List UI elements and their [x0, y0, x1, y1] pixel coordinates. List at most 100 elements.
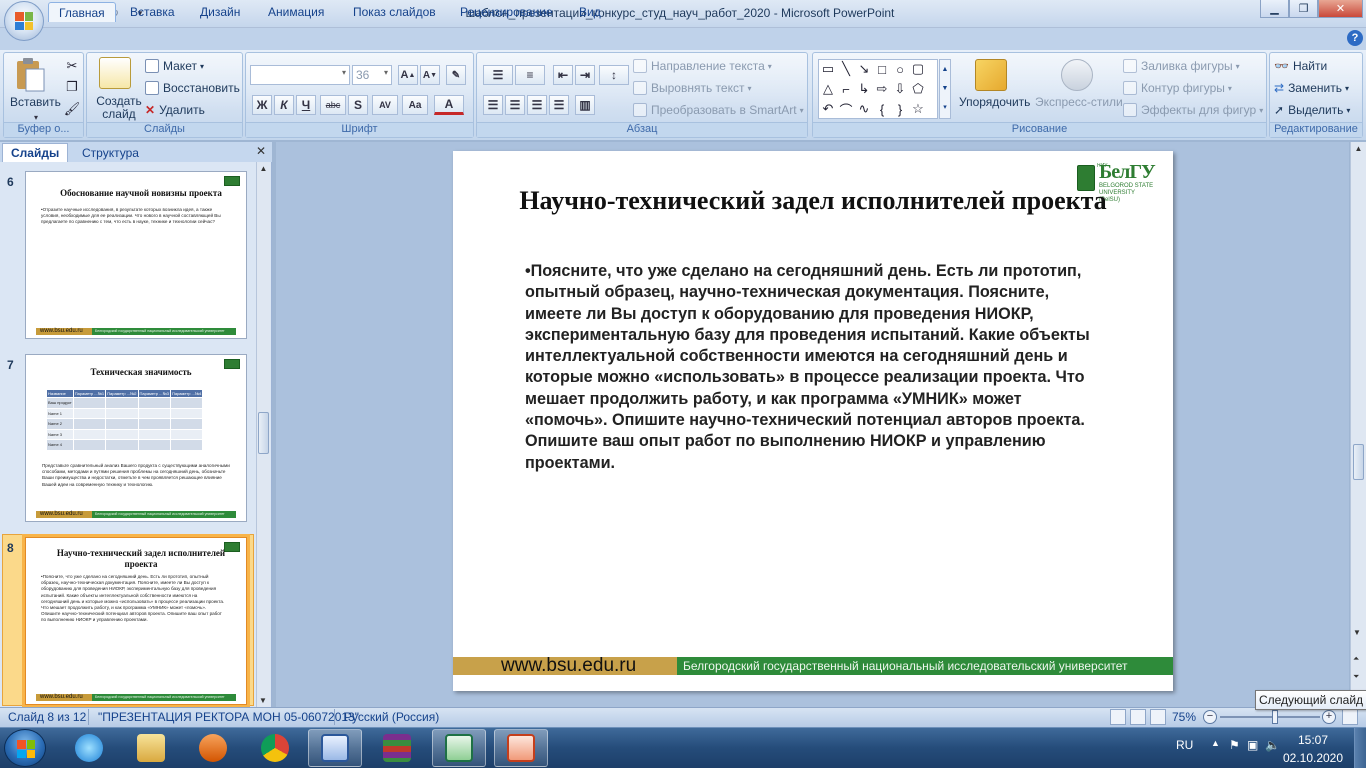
shape-flowchart-icon[interactable]: ⬠ [911, 81, 925, 96]
tab-review[interactable]: Рецензирование [450, 2, 563, 22]
italic-button[interactable]: К [274, 95, 294, 115]
shape-outline-button[interactable]: Контур фигуры ▾ [1123, 81, 1232, 95]
slides-pane-scrollbar[interactable]: ▲ ▼ [256, 162, 270, 707]
tab-insert[interactable]: Вставка [120, 2, 185, 22]
align-right-icon[interactable]: ☰ [527, 95, 547, 115]
slide-thumbnail[interactable]: Обоснование научной новизны проекта •Отр… [25, 171, 247, 339]
justify-icon[interactable]: ☰ [549, 95, 569, 115]
volume-icon[interactable]: 🔈 [1265, 738, 1280, 752]
action-center-icon[interactable]: ⚑ [1229, 738, 1240, 752]
taskbar-chrome[interactable] [248, 729, 302, 767]
tab-outline-pane[interactable]: Структура [74, 143, 147, 162]
shape-arrow-line-icon[interactable]: ↘ [857, 61, 871, 76]
shape-rectangle-icon[interactable]: □ [875, 62, 889, 77]
shape-effects-button[interactable]: Эффекты для фигур ▾ [1123, 103, 1263, 117]
taskbar-media-player[interactable] [186, 729, 240, 767]
scroll-thumb[interactable] [1353, 444, 1364, 480]
clock-date[interactable]: 02.10.2020 [1278, 751, 1348, 765]
shape-line-icon[interactable]: ╲ [839, 61, 853, 76]
paste-dropdown-icon[interactable]: ▾ [34, 113, 38, 122]
align-center-icon[interactable]: ☰ [505, 95, 525, 115]
shape-elbow-icon[interactable]: ⌐ [839, 82, 853, 97]
restore-button[interactable]: ❐ [1289, 0, 1318, 18]
columns-icon[interactable]: ▥ [575, 95, 595, 115]
clock-time[interactable]: 15:07 [1287, 733, 1339, 747]
tab-view[interactable]: Вид [569, 2, 611, 22]
cut-icon[interactable]: ✂ [65, 58, 79, 73]
shape-triangle-icon[interactable]: △ [821, 81, 835, 96]
find-button[interactable]: 👓 Найти [1274, 59, 1327, 73]
align-text-button[interactable]: Выровнять текст ▾ [633, 81, 752, 95]
scroll-thumb[interactable] [258, 412, 269, 454]
office-button[interactable] [4, 1, 44, 41]
underline-button[interactable]: Ч [296, 95, 316, 115]
shape-arc-icon[interactable]: ⌒ [839, 102, 853, 118]
scroll-down-icon[interactable]: ▼ [259, 696, 267, 705]
zoom-level[interactable]: 75% [1172, 710, 1196, 724]
pane-close-icon[interactable]: ✕ [256, 144, 266, 158]
zoom-out-icon[interactable]: − [1203, 710, 1217, 724]
slide-title[interactable]: Научно-технический задел исполнителей пр… [493, 185, 1133, 217]
arrange-button[interactable]: Упорядочить [959, 95, 1030, 109]
shape-down-arrow-icon[interactable]: ⇩ [893, 81, 907, 96]
slide-sorter-view-icon[interactable] [1130, 709, 1146, 725]
copy-icon[interactable]: ❐ [65, 79, 79, 94]
bullets-icon[interactable]: ☰ [483, 65, 513, 85]
taskbar-internet-explorer[interactable] [62, 729, 116, 767]
scroll-down-icon[interactable]: ▼ [1353, 628, 1361, 637]
previous-slide-icon[interactable]: ⏶ [1353, 654, 1359, 664]
show-desktop-button[interactable] [1354, 728, 1366, 768]
zoom-slider[interactable] [1220, 710, 1320, 724]
input-language[interactable]: RU [1176, 738, 1193, 752]
line-spacing-icon[interactable]: ↕ [599, 65, 629, 85]
slide-body-text[interactable]: •Поясните, что уже сделано на сегодняшни… [525, 261, 1095, 474]
scroll-up-icon[interactable]: ▲ [257, 162, 270, 173]
shape-brace-left-icon[interactable]: { [875, 102, 889, 117]
taskbar-excel[interactable] [432, 729, 486, 767]
shape-star-icon[interactable]: ☆ [911, 101, 925, 116]
font-name-combo[interactable]: ▾ [250, 65, 350, 85]
tab-slides-pane[interactable]: Слайды [2, 143, 69, 162]
tab-home[interactable]: Главная [48, 2, 116, 22]
slide-scrollbar[interactable]: ▲ ▼ ⏶ ⏷ [1350, 142, 1366, 707]
font-color-button[interactable]: A [434, 95, 464, 115]
current-slide[interactable]: НИУ БелГУ BELGOROD STATE UNIVERSITY (BelS… [453, 151, 1173, 691]
next-slide-icon[interactable]: ⏷ [1353, 672, 1359, 682]
shape-right-arrow-icon[interactable]: ⇨ [875, 81, 889, 96]
delete-slide-button[interactable]: ✕ Удалить [145, 103, 205, 117]
help-icon[interactable]: ? [1347, 30, 1363, 46]
tab-animation[interactable]: Анимация [258, 2, 334, 22]
show-hidden-icons-icon[interactable]: ▲ [1211, 738, 1220, 748]
text-shadow-button[interactable]: S [348, 95, 368, 115]
layout-button[interactable]: Макет ▾ [145, 59, 204, 73]
grow-font-icon[interactable]: A ▲ [398, 65, 418, 85]
shape-curve-icon[interactable]: ↶ [821, 101, 835, 116]
convert-smartart-button[interactable]: Преобразовать в SmartArt ▾ [633, 103, 804, 117]
text-direction-button[interactable]: Направление текста ▾ [633, 59, 772, 73]
shapes-gallery-scroll[interactable]: ▲ ▼ ▾ [939, 59, 951, 119]
minimize-button[interactable]: ▁ [1260, 0, 1289, 18]
taskbar-word[interactable] [308, 729, 362, 767]
shrink-font-icon[interactable]: A ▼ [420, 65, 440, 85]
slide-thumbnail[interactable]: Техническая значимость Название Параметр… [25, 354, 247, 522]
format-painter-icon[interactable]: 🖌 [64, 101, 81, 116]
shapes-gallery[interactable]: ▭ ╲ ↘ □ ○ ▢ △ ⌐ ↳ ⇨ ⇩ ⬠ ↶ ⌒ ∿ { } ☆ [818, 59, 938, 119]
align-left-icon[interactable]: ☰ [483, 95, 503, 115]
slide-thumbnail-selected[interactable]: Научно-технический задел исполнителей пр… [22, 534, 250, 708]
select-button[interactable]: ➚ Выделить ▾ [1274, 103, 1350, 117]
new-slide-button[interactable]: Создать слайд [95, 95, 143, 121]
replace-button[interactable]: ⇄ Заменить ▾ [1274, 81, 1349, 95]
shape-freeform-icon[interactable]: ∿ [857, 101, 871, 116]
font-size-combo[interactable]: 36 ▾ [352, 65, 392, 85]
network-icon[interactable]: ▣ [1247, 738, 1258, 752]
change-case-button[interactable]: Aa [402, 95, 428, 115]
shape-rounded-rect-icon[interactable]: ▢ [911, 61, 925, 76]
shape-elbow-arrow-icon[interactable]: ↳ [857, 81, 871, 96]
shape-brace-right-icon[interactable]: } [893, 102, 907, 117]
shape-textbox-icon[interactable]: ▭ [821, 61, 835, 76]
taskbar-file-explorer[interactable] [124, 729, 178, 767]
strikethrough-button[interactable]: abc [320, 95, 346, 115]
slideshow-view-icon[interactable] [1150, 709, 1166, 725]
reset-button[interactable]: Восстановить [145, 81, 240, 95]
zoom-slider-thumb[interactable] [1271, 710, 1278, 724]
